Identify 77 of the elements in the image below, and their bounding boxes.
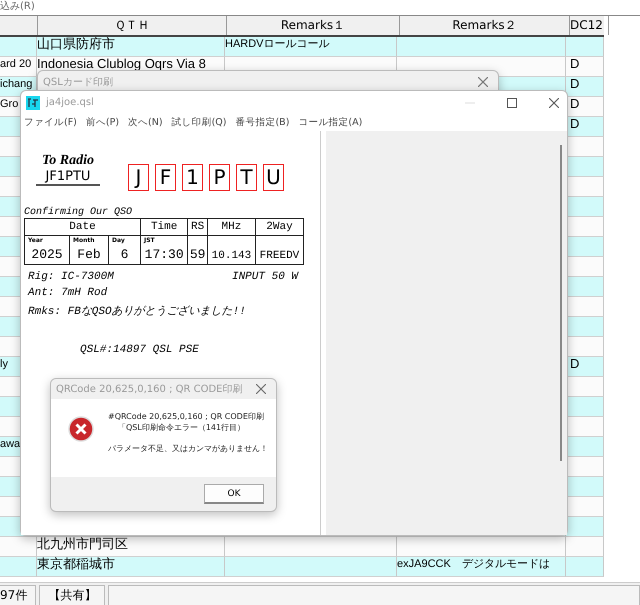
column-header: ＱＴＨ (38, 16, 227, 35)
table-cell (566, 397, 604, 417)
call-letter: U (263, 164, 284, 191)
menu-item[interactable]: ファイル(F) (24, 116, 77, 129)
table-cell-text: 17:30 (144, 247, 185, 264)
call-letter: P (209, 164, 230, 191)
table-cell: ard 20 (0, 57, 37, 77)
menu-item[interactable]: 込み(R) (0, 1, 35, 12)
table-header: Date (24, 218, 140, 236)
table-cell (566, 537, 604, 557)
menu-item[interactable]: コール指定(A) (298, 116, 362, 129)
window-title: ja4joe.qsl (46, 97, 94, 108)
menu-item[interactable]: 試し印刷(Q) (172, 116, 226, 129)
error-icon (68, 416, 94, 442)
dialog-title: QRCode 20,625,0,160 ; QR CODE印刷 (56, 382, 244, 396)
table-cell: D (566, 77, 604, 97)
table-cell: 山口県防府市 (37, 37, 225, 57)
call-letter: J (128, 164, 149, 191)
error-message: パラメータ不足、又はカンマがありません！ (108, 443, 268, 454)
table-cell-text: Feb (76, 247, 102, 264)
card-label: Confirming Our QSO (24, 207, 134, 218)
table-cell (566, 557, 604, 577)
table-cell (566, 437, 604, 457)
table-cell: HARDVロールコール (225, 37, 397, 57)
table-cell (0, 557, 37, 577)
ok-button[interactable]: OK (204, 484, 264, 504)
menu-item[interactable]: 前へ(P) (86, 116, 120, 129)
table-cell (566, 477, 604, 497)
table-cell (566, 317, 604, 337)
column-header: Remarks１ (227, 16, 400, 35)
call-letter: 1 (182, 164, 203, 191)
column-header: Remarks２ (400, 16, 570, 35)
table-cell: D (566, 57, 604, 77)
table-cell: D (566, 117, 604, 137)
maximize-icon[interactable] (507, 98, 517, 108)
table-cell-text: 6 (120, 247, 130, 264)
table-cell-text: 59 (188, 247, 206, 264)
table-cell-text: 2025 (30, 247, 64, 264)
close-icon[interactable] (549, 98, 559, 108)
table-cell: 東京都稲城市 (37, 557, 225, 577)
table-cell (566, 197, 604, 217)
table-cell: 北九州市門司区 (37, 537, 225, 557)
scrollbar[interactable] (560, 145, 562, 461)
call-sign: JF1PTU (36, 169, 100, 186)
status-panel: 【共有】 (39, 585, 106, 605)
window-title: QSLカード印刷 (43, 76, 114, 89)
table-cell (566, 277, 604, 297)
table-header: MHz (207, 218, 256, 236)
table-cell (566, 237, 604, 257)
card-text: Rig: IC-7300M (28, 271, 114, 283)
table-cell (566, 157, 604, 177)
status-panel: 97件 (0, 585, 36, 605)
call-letter: T (236, 164, 257, 191)
close-icon[interactable] (478, 77, 488, 87)
table-cell: D (566, 357, 604, 377)
card-text: Rmks: FBなQSOありがとうございました!! (28, 304, 246, 318)
app-icon (26, 96, 40, 110)
card-label: To Radio (42, 153, 94, 169)
menu-item[interactable]: 次へ(N) (128, 116, 163, 129)
card-text: Ant: 7mH Rod (28, 287, 108, 299)
column-header: DC12 (570, 16, 609, 35)
card-text: INPUT 50 W (232, 271, 298, 283)
table-cell-text: FREEDV (258, 250, 300, 264)
close-icon[interactable] (256, 384, 266, 394)
table-header: Time (140, 218, 188, 236)
menu-item[interactable]: 番号指定(B) (235, 116, 290, 129)
table-cell (0, 37, 37, 57)
call-letter: F (155, 164, 176, 191)
table-cell: exJA9CCK デジタルモードは (397, 557, 566, 577)
table-cell: D (566, 97, 604, 117)
table-header: 2Way (255, 218, 304, 236)
card-text: QSL#:14897 QSL PSE (80, 344, 199, 356)
error-text: 「QSL印刷命令エラー（141行目） (117, 422, 246, 433)
table-header: RS (188, 218, 208, 236)
table-cell (566, 37, 604, 57)
table-cell-text: 10.143 (210, 250, 252, 264)
error-text: #QRCode 20,625,0,160 ; QR CODE印刷 (108, 411, 265, 422)
